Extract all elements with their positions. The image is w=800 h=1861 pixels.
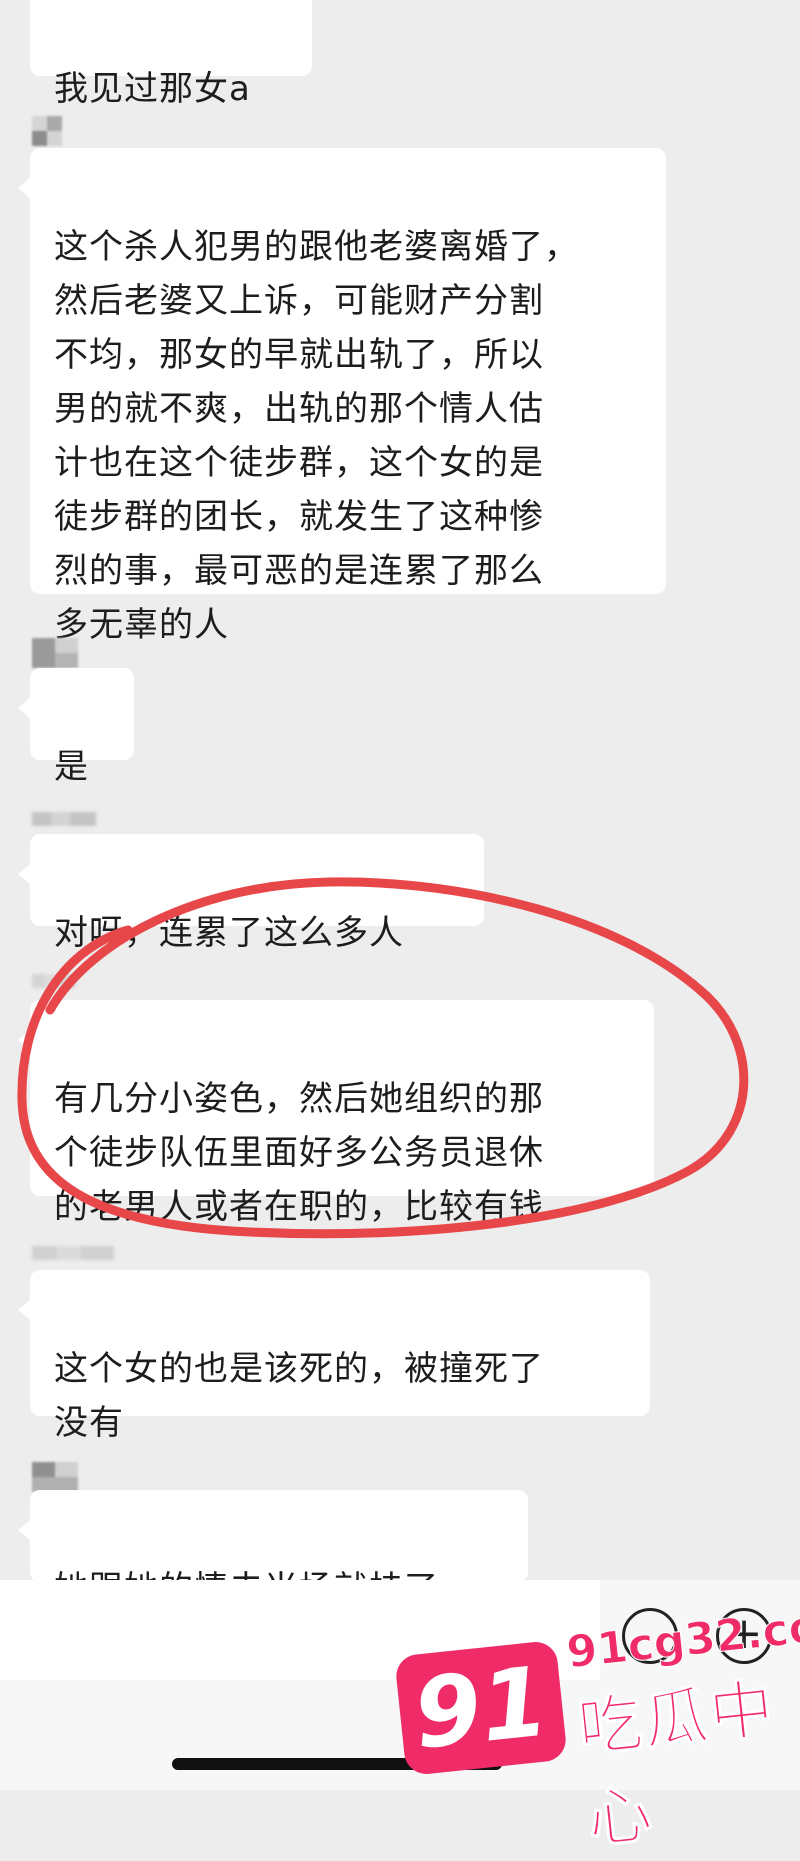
message-bubble[interactable]: 有几分小姿色，然后她组织的那 个徒步队伍里面好多公务员退休 的老男人或者在职的，… <box>18 1000 654 1227</box>
watermark-badge-text: 91 <box>408 1645 554 1771</box>
sender-name <box>32 974 76 988</box>
avatar[interactable] <box>32 116 62 146</box>
message-bubble[interactable]: 对呀，连累了这么多人 <box>18 834 484 953</box>
message-bubble[interactable]: 这个女的也是该死的，被撞死了 没有 <box>18 1270 650 1443</box>
watermark-name: 吃瓜中心 <box>574 1672 780 1859</box>
message-text: 我见过那女a <box>54 69 251 109</box>
message-text: 这个杀人犯男的跟他老婆离婚了， 然后老婆又上诉，可能财产分割 不均，那女的早就出… <box>54 227 579 645</box>
message-bubble[interactable]: 是 <box>18 668 134 787</box>
message-text: 有几分小姿色，然后她组织的那 个徒步队伍里面好多公务员退休 的老男人或者在职的，… <box>54 1079 544 1227</box>
message-bubble[interactable]: 这个杀人犯男的跟他老婆离婚了， 然后老婆又上诉，可能财产分割 不均，那女的早就出… <box>18 148 666 645</box>
message-text: 这个女的也是该死的，被撞死了 没有 <box>54 1349 544 1443</box>
sender-name <box>32 1246 114 1260</box>
message-bubble[interactable]: 我见过那女a <box>30 0 312 109</box>
watermark-logo: 91 <box>394 1639 568 1777</box>
message-bubble[interactable]: 她跟她的情夫当场就挂了 <box>18 1490 528 1609</box>
sender-name <box>32 812 96 826</box>
avatar[interactable] <box>32 1462 78 1492</box>
message-text: 是 <box>54 747 89 787</box>
avatar[interactable] <box>32 638 78 668</box>
message-text: 对呀，连累了这么多人 <box>54 913 404 953</box>
